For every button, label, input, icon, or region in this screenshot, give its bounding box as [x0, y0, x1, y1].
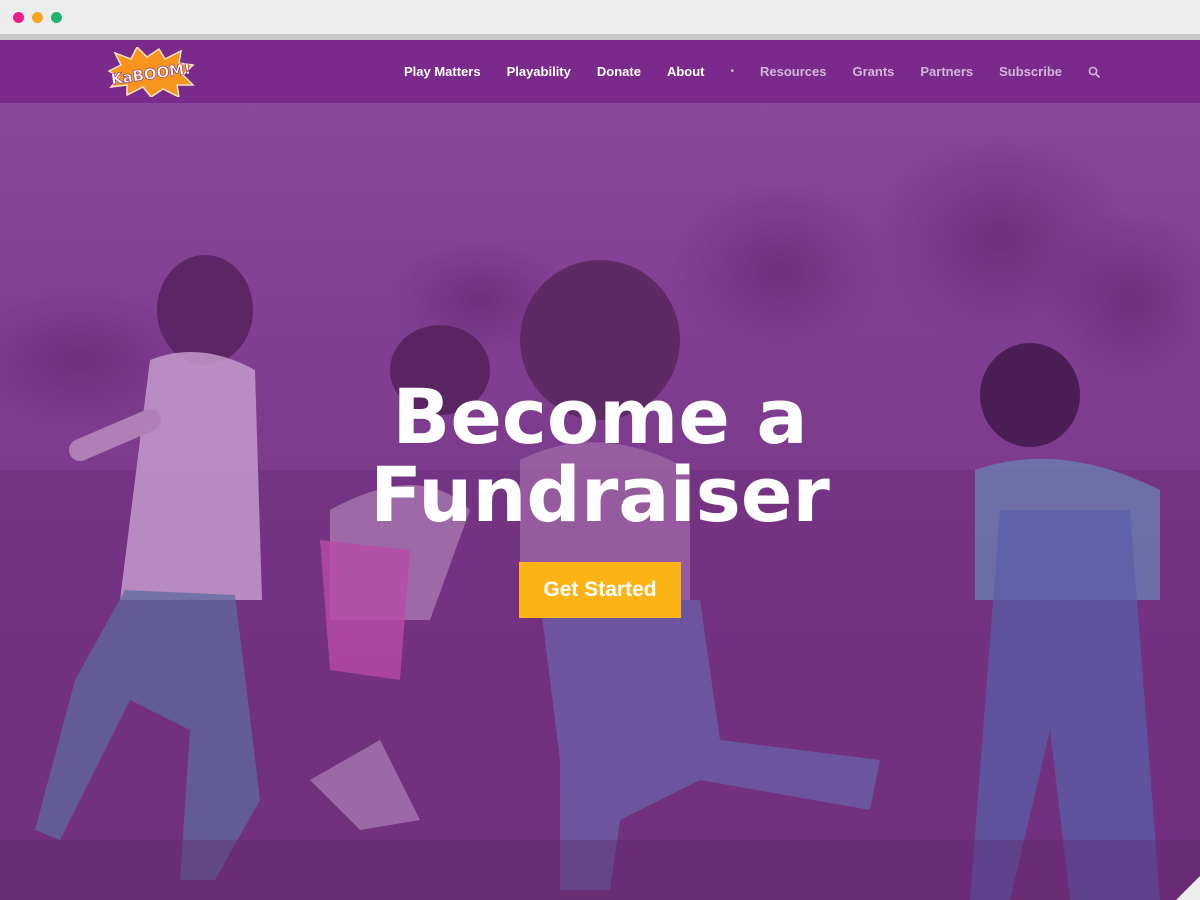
hero-title-line-2: Fundraiser: [370, 450, 830, 539]
nav-playability[interactable]: Playability: [507, 64, 571, 79]
minimize-window-button[interactable]: [32, 12, 43, 23]
close-window-button[interactable]: [13, 12, 24, 23]
nav-about[interactable]: About: [667, 64, 705, 79]
resize-corner-icon[interactable]: [1176, 876, 1200, 900]
nav-subscribe[interactable]: Subscribe: [999, 64, 1062, 79]
nav-partners[interactable]: Partners: [920, 64, 973, 79]
browser-chrome: [0, 0, 1200, 40]
search-icon[interactable]: [1088, 66, 1100, 78]
nav-play-matters[interactable]: Play Matters: [404, 64, 481, 79]
get-started-button[interactable]: Get Started: [519, 562, 681, 618]
nav-donate[interactable]: Donate: [597, 64, 641, 79]
nav-resources[interactable]: Resources: [760, 64, 826, 79]
hero-title-line-1: Become a: [392, 372, 808, 461]
kaboom-logo-icon[interactable]: KaBOOM!: [107, 47, 195, 97]
page-viewport: KaBOOM! Play Matters Playability Donate …: [0, 40, 1200, 900]
nav-separator: •: [730, 66, 734, 77]
main-nav: Play Matters Playability Donate About • …: [378, 40, 1100, 103]
nav-grants[interactable]: Grants: [852, 64, 894, 79]
maximize-window-button[interactable]: [51, 12, 62, 23]
hero-title: Become a Fundraiser: [0, 378, 1200, 534]
site-header: KaBOOM! Play Matters Playability Donate …: [0, 40, 1200, 103]
